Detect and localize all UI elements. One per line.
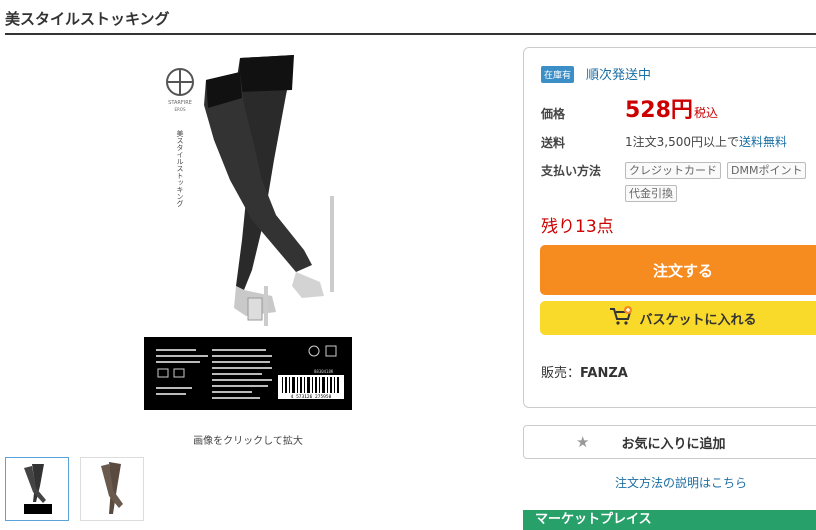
order-button[interactable]: 注文する	[540, 245, 816, 295]
remaining-stock: 残り13点	[541, 217, 614, 237]
title-divider	[5, 33, 816, 35]
product-code: 8830418K	[314, 369, 334, 374]
add-to-basket-button[interactable]: バスケットに入れる	[540, 301, 816, 335]
thumbnail-2[interactable]	[80, 457, 144, 521]
basket-plus-icon	[609, 306, 633, 330]
image-zoom-hint: 画像をクリックして拡大	[193, 436, 303, 447]
basket-button-label: バスケットに入れる	[639, 312, 757, 328]
price-amount: 528円	[625, 98, 693, 123]
favorites-button-label: お気に入りに追加	[621, 436, 726, 452]
order-button-label: 注文する	[652, 261, 713, 280]
order-help-link[interactable]: 注文方法の説明はこちら	[523, 474, 816, 491]
thumbnail-1[interactable]	[5, 457, 69, 521]
stock-badge: 在庫有	[541, 66, 575, 83]
stocking-photo: STARFIRE EROS 美スタイルストッキング	[166, 55, 334, 326]
barcode-digits: 4 573126 275950	[291, 394, 332, 400]
recycle-icons	[308, 345, 337, 357]
payment-method-dmm-point: DMMポイント	[727, 162, 807, 179]
seller-prefix: 販売：	[541, 366, 581, 381]
tax-label: 税込	[693, 106, 718, 120]
star-icon: ★	[576, 433, 590, 451]
price-value: 528円税込	[625, 92, 718, 124]
package-label-image: 8830418K 4 573126 275950	[144, 337, 352, 410]
seller-name: FANZA	[580, 366, 628, 381]
shipping-label: 送料	[541, 136, 566, 150]
package-vertical-title: 美スタイルストッキング	[176, 129, 184, 207]
payment-method-credit-card: クレジットカード	[625, 162, 721, 179]
brand-name: STARFIRE	[168, 100, 192, 106]
add-to-favorites-button[interactable]: ★ お気に入りに追加	[523, 425, 816, 459]
free-shipping-link[interactable]: 送料無料	[739, 135, 787, 149]
price-label: 価格	[541, 107, 566, 121]
legs-illustration	[204, 55, 334, 326]
package-label-graphic: 8830418K 4 573126 275950	[156, 345, 344, 400]
brand-sub: EROS	[175, 107, 186, 112]
payment-method-cod: 代金引換	[625, 185, 677, 202]
care-icons	[157, 368, 185, 378]
package-fine-print	[156, 349, 272, 399]
shipping-status: 順次発送中	[586, 68, 652, 83]
seller-info: 販売：FANZA	[541, 362, 628, 381]
shipping-condition: 1注文3,500円以上で	[625, 135, 739, 149]
thumbnail-1-image	[24, 464, 52, 514]
thumbnail-2-image	[101, 462, 123, 514]
purchase-panel: 在庫有 順次発送中 価格 528円税込 送料 1注文3,500円以上で送料無料 …	[523, 47, 816, 408]
page-title: 美スタイルストッキング	[5, 10, 170, 28]
marketplace-header: マーケットプレイス	[523, 510, 816, 530]
payment-label: 支払い方法	[541, 164, 602, 178]
brand-logo	[166, 68, 194, 96]
shipping-info: 1注文3,500円以上で送料無料	[625, 133, 787, 150]
